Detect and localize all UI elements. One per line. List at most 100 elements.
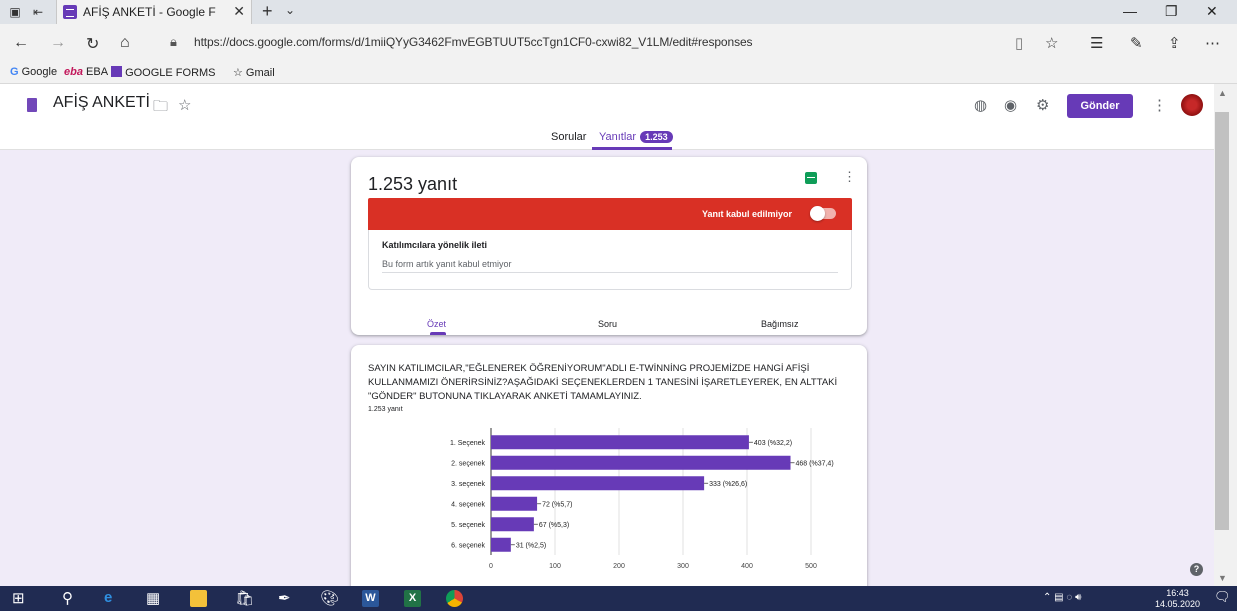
bookmark-google-forms[interactable]: GOOGLE FORMS	[111, 66, 216, 79]
browser-titlebar: ▣ ⇤ AFİŞ ANKETİ - Google F ✕ + ⌄ — ❐ ✕	[0, 0, 1237, 24]
x-tick-label: 500	[805, 563, 817, 570]
x-tick-label: 100	[549, 563, 561, 570]
bar	[491, 496, 538, 511]
x-tick-label: 200	[613, 563, 625, 570]
active-subtab-indicator	[430, 332, 446, 335]
accepting-responses-toggle[interactable]	[810, 206, 836, 221]
system-tray-icons[interactable]: ⌃ ▤ ◌ 🔊︎	[1043, 592, 1081, 603]
notifications-icon[interactable]: 🗨︎	[1214, 589, 1231, 605]
taskbar-clock[interactable]: 16:43 14.05.2020	[1155, 588, 1200, 610]
data-label: 31 (%2,5)	[516, 542, 546, 549]
form-title[interactable]: AFİŞ ANKETİ	[53, 94, 150, 112]
clock-time: 16:43	[1166, 588, 1189, 598]
forward-icon[interactable]: →	[50, 34, 66, 52]
category-label: 4. seçenek	[451, 501, 485, 508]
lock-icon: 🔒︎	[170, 34, 177, 49]
close-window-icon[interactable]: ✕	[1206, 3, 1218, 20]
active-tab-indicator	[592, 147, 672, 150]
close-tab-icon[interactable]: ✕	[233, 3, 245, 20]
accepting-responses-label: Yanıt kabul edilmiyor	[701, 209, 792, 219]
data-label: 403 (%32,2)	[754, 440, 792, 447]
scrollbar-thumb[interactable]	[1215, 112, 1229, 530]
preview-eye-icon[interactable]: ◉	[1004, 96, 1017, 114]
share-icon[interactable]: ⇪	[1168, 34, 1181, 52]
bookmark-gmail[interactable]: ☆ Gmail	[233, 66, 275, 79]
calculator-icon[interactable]: ▦	[146, 589, 160, 607]
browser-tab[interactable]: AFİŞ ANKETİ - Google F ✕	[56, 0, 252, 24]
category-label: 2. seçenek	[451, 460, 485, 467]
bookmark-google[interactable]: G Google	[10, 66, 57, 78]
notes-pen-icon[interactable]: ✎	[1130, 34, 1143, 52]
windows-taskbar: ⊞ ⚲ e ▦ 🛍︎ ✒ 🎨︎ W X ⌃ ▤ ◌ 🔊︎ 16:43 14.05…	[0, 586, 1237, 611]
address-toolbar: ← → ↻ ⌂ 🔒︎ https://docs.google.com/forms…	[0, 24, 1237, 62]
responses-count-badge: 1.253	[640, 131, 673, 143]
minimize-icon[interactable]: —	[1123, 3, 1137, 19]
category-label: 3. seçenek	[451, 481, 485, 488]
help-icon[interactable]: ?	[1190, 563, 1203, 576]
x-tick-label: 400	[741, 563, 753, 570]
google-forms-favicon-icon	[63, 5, 77, 19]
accepting-responses-bar: Yanıt kabul edilmiyor	[368, 198, 852, 230]
pen-tool-icon[interactable]: ✒	[278, 589, 291, 607]
question-summary-card: SAYIN KATILIMCILAR,"EĞLENEREK ÖĞRENİYORU…	[351, 345, 867, 595]
chrome-icon[interactable]	[446, 590, 463, 607]
reading-view-icon[interactable]: ▯	[1015, 34, 1023, 52]
tab-questions[interactable]: Sorular	[551, 131, 586, 143]
bar	[491, 476, 705, 491]
bookmark-eba[interactable]: eba EBA	[64, 66, 108, 78]
x-tick-label: 0	[489, 563, 493, 570]
tab-list-chevron-icon[interactable]: ⌄	[285, 3, 295, 17]
scroll-down-arrow-icon[interactable]: ▼	[1218, 573, 1227, 583]
refresh-icon[interactable]: ↻	[86, 34, 99, 54]
windows-start-icon[interactable]: ⊞	[12, 589, 25, 607]
forms-header: AFİŞ ANKETİ 🗀︎ ☆ ◍ ◉ ⚙ Gönder ⋮ Sorular …	[0, 84, 1214, 150]
subtab-individual[interactable]: Bağımsız	[761, 319, 799, 329]
scroll-up-arrow-icon[interactable]: ▲	[1218, 88, 1227, 98]
file-explorer-icon[interactable]	[190, 590, 207, 607]
url-text: https://docs.google.com/forms/d/1miiQYyG…	[194, 35, 753, 49]
paint-palette-icon[interactable]: 🎨︎	[320, 589, 339, 607]
edge-browser-icon[interactable]: e	[104, 589, 112, 606]
responses-summary-card: 1.253 yanıt ⋮ Yanıt kabul edilmiyor Katı…	[351, 157, 867, 335]
responses-count-title: 1.253 yanıt	[368, 174, 458, 194]
back-icon[interactable]: ←	[13, 34, 29, 52]
data-label: 67 (%5,3)	[539, 522, 569, 529]
subtab-question[interactable]: Soru	[598, 319, 617, 329]
set-aside-tabs-icon[interactable]: ⇤	[30, 4, 46, 20]
more-options-icon[interactable]: ⋮	[1152, 96, 1167, 114]
settings-gear-icon[interactable]: ⚙	[1036, 96, 1049, 114]
category-label: 5. seçenek	[451, 522, 485, 529]
send-button[interactable]: Gönder	[1067, 94, 1133, 118]
tab-responses[interactable]: Yanıtlar 1.253	[599, 131, 673, 143]
avatar[interactable]	[1181, 94, 1203, 116]
respondent-message-field[interactable]: Bu form artık yanıt kabul etmiyor	[382, 259, 512, 269]
responses-bar-chart: 0 100 200 300 400 500 1. Seçenek 403 (%32,2) 2. …	[450, 428, 834, 570]
bar	[491, 455, 791, 470]
clock-date: 14.05.2020	[1155, 599, 1201, 609]
excel-icon[interactable]: X	[404, 590, 421, 607]
data-label: 468 (%37,4)	[796, 460, 834, 467]
favorites-list-icon[interactable]: ☰	[1090, 34, 1103, 52]
bookmarks-bar: G Google eba EBA GOOGLE FORMS ☆ Gmail	[0, 62, 1237, 84]
subtab-summary[interactable]: Özet	[427, 319, 446, 329]
category-label: 1. Seçenek	[450, 440, 486, 447]
word-icon[interactable]: W	[362, 590, 379, 607]
tab-actions-icon[interactable]: ▣	[7, 4, 23, 20]
url-field[interactable]: 🔒︎ https://docs.google.com/forms/d/1miiQ…	[160, 30, 1000, 56]
more-menu-icon[interactable]: ⋯	[1205, 34, 1220, 52]
home-icon[interactable]: ⌂	[120, 34, 130, 52]
forms-logo-icon[interactable]	[27, 98, 37, 112]
search-icon[interactable]: ⚲	[62, 589, 73, 607]
respondent-message-box: Katılımcılara yönelik ileti Bu form artı…	[368, 230, 852, 290]
category-label: 6. seçenek	[451, 542, 485, 549]
bar	[491, 435, 749, 450]
restore-icon[interactable]: ❐	[1165, 3, 1178, 20]
star-icon[interactable]: ☆	[178, 96, 191, 114]
move-to-folder-icon[interactable]: 🗀︎	[153, 96, 168, 121]
customize-theme-palette-icon[interactable]: ◍	[974, 96, 987, 114]
responses-more-icon[interactable]: ⋮	[843, 169, 856, 185]
new-tab-icon[interactable]: +	[262, 1, 273, 22]
create-spreadsheet-icon[interactable]	[805, 172, 817, 184]
favorite-star-icon[interactable]: ☆	[1045, 34, 1058, 52]
store-bag-icon[interactable]: 🛍︎	[235, 589, 254, 607]
